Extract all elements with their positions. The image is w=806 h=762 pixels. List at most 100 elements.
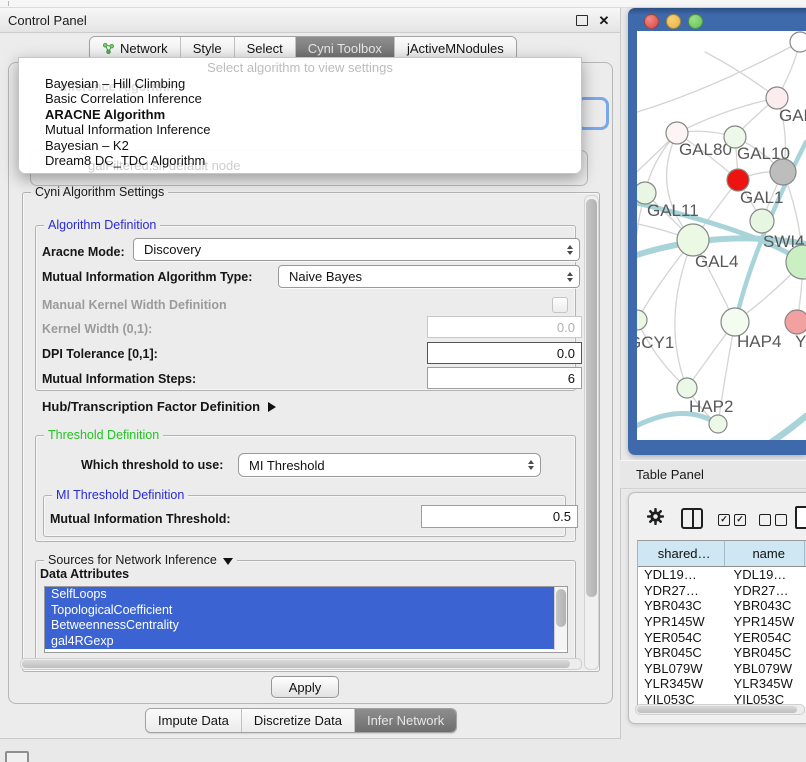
- manual-kernel-width-checkbox[interactable]: [552, 297, 568, 313]
- tab-label: Infer Network: [367, 713, 444, 728]
- network-node-label: GAL: [779, 106, 806, 125]
- scrollbar-thumb[interactable]: [637, 706, 797, 713]
- network-canvas[interactable]: GALGAL80GAL10GAL1SWI4GAL11GAL4GCY1HAP4YH…: [637, 31, 806, 440]
- table-row[interactable]: YDL19… YDL19… 13: [638, 567, 806, 583]
- network-view-window[interactable]: GALGAL80GAL10GAL1SWI4GAL11GAL4GCY1HAP4YH…: [628, 8, 806, 455]
- group-title: MI Threshold Definition: [52, 488, 188, 502]
- scrollbar-thumb[interactable]: [556, 589, 566, 627]
- attribute-item[interactable]: gal4RGexp: [45, 634, 560, 650]
- network-node[interactable]: [785, 310, 806, 334]
- network-tab-icon: [102, 42, 115, 55]
- network-node[interactable]: [709, 415, 727, 433]
- field-value: 6: [568, 371, 575, 386]
- algorithm-option[interactable]: ARACNE Algorithm: [19, 107, 581, 122]
- field-value: 0.0: [557, 346, 575, 361]
- new-table-icon[interactable]: [795, 506, 806, 529]
- network-node-label: GAL4: [695, 252, 738, 271]
- tab-discretize-data[interactable]: Discretize Data: [242, 709, 355, 732]
- hub-transcription-section-toggle[interactable]: Hub/Transcription Factor Definition: [42, 399, 276, 414]
- mi-algorithm-type-label: Mutual Information Algorithm Type:: [42, 270, 252, 284]
- toolbar-separator: [8, 1, 9, 6]
- tab-label: Cyni Toolbox: [308, 41, 382, 56]
- cyni-mode-tabbar: Impute Data Discretize Data Infer Networ…: [145, 708, 457, 733]
- algorithm-option[interactable]: Mutual Information Inference: [19, 122, 581, 137]
- zoom-window-icon[interactable]: [688, 14, 703, 29]
- network-edge[interactable]: [757, 416, 806, 440]
- network-node[interactable]: [677, 378, 697, 398]
- table-header-row: shared… name A: [638, 541, 806, 567]
- close-window-icon[interactable]: [644, 14, 659, 29]
- cell-shared-name: YDR27…: [638, 583, 726, 598]
- kernel-width-field[interactable]: 0.0: [427, 316, 582, 338]
- algorithm-option[interactable]: Bayesian – Hill Climbing: [19, 76, 581, 91]
- settings-vertical-scrollbar[interactable]: [584, 195, 599, 670]
- attribute-item[interactable]: TopologicalCoefficient: [45, 603, 560, 619]
- attribute-item[interactable]: SelfLoops: [45, 587, 560, 603]
- scrollbar-thumb[interactable]: [22, 660, 570, 668]
- table-row[interactable]: YBR043C YBR043C: [638, 598, 806, 614]
- network-node[interactable]: [750, 209, 774, 233]
- table-row[interactable]: YBL079W YBL079W: [638, 661, 806, 677]
- mi-steps-field[interactable]: 6: [427, 367, 582, 389]
- tab-label: Discretize Data: [254, 713, 342, 728]
- expanded-arrow-icon: [223, 558, 233, 565]
- hub-section-label: Hub/Transcription Factor Definition: [42, 399, 260, 414]
- which-threshold-combobox[interactable]: MI Threshold: [238, 453, 541, 477]
- group-title: Cyni Algorithm Settings: [31, 185, 168, 199]
- cell-shared-name: YBL079W: [638, 661, 726, 676]
- network-node[interactable]: [790, 32, 806, 52]
- network-node[interactable]: [770, 159, 796, 185]
- apply-button[interactable]: Apply: [271, 676, 339, 698]
- table-row[interactable]: YLR345W YLR345W 9.: [638, 676, 806, 692]
- scrollbar-thumb[interactable]: [586, 199, 597, 597]
- algorithm-option[interactable]: Bayesian – K2: [19, 138, 581, 153]
- float-window-button[interactable]: [574, 13, 590, 27]
- algorithm-option[interactable]: Basic Correlation Inference: [19, 91, 581, 106]
- dpi-tolerance-field[interactable]: 0.0: [427, 342, 582, 364]
- table-settings-gear-icon[interactable]: [646, 507, 665, 531]
- which-threshold-label: Which threshold to use:: [81, 458, 223, 472]
- deselect-all-checkboxes-icon[interactable]: [759, 514, 787, 526]
- tab-label: Style: [193, 41, 222, 56]
- column-layout-icon[interactable]: [681, 508, 703, 529]
- network-node-label: GAL1: [740, 188, 783, 207]
- aracne-mode-combobox[interactable]: Discovery: [133, 238, 580, 261]
- attribute-item[interactable]: BetweennessCentrality: [45, 618, 560, 634]
- table-row[interactable]: YBR045C YBR045C 9.: [638, 645, 806, 661]
- cell-shared-name: YBR043C: [638, 598, 726, 613]
- mi-threshold-field[interactable]: 0.5: [421, 505, 578, 528]
- algorithm-option[interactable]: Dream8 DC_TDC Algorithm: [19, 153, 581, 168]
- cell-shared-name: YBR045C: [638, 645, 726, 660]
- list-vertical-scrollbar[interactable]: [554, 587, 567, 650]
- mi-algorithm-type-combobox[interactable]: Naive Bayes: [278, 265, 580, 288]
- combo-value: Discovery: [144, 242, 201, 257]
- settings-horizontal-scrollbar[interactable]: [20, 658, 582, 670]
- minimized-panel-icon[interactable]: [5, 751, 29, 762]
- control-panel-titlebar: Control Panel ✕: [0, 8, 620, 33]
- network-edge[interactable]: [677, 98, 777, 133]
- select-all-checkboxes-icon[interactable]: ✓✓: [718, 514, 746, 526]
- group-title: Threshold Definition: [44, 428, 163, 442]
- float-icon: [576, 15, 588, 26]
- field-value: 0.0: [557, 320, 575, 335]
- network-node[interactable]: [637, 310, 647, 330]
- network-edge[interactable]: [675, 240, 693, 388]
- close-icon: ✕: [599, 14, 610, 27]
- column-header-shared-name[interactable]: shared…: [638, 541, 725, 566]
- table-row[interactable]: YER054C YER054C 8.: [638, 629, 806, 645]
- table-row[interactable]: YPR145W YPR145W 9.: [638, 614, 806, 630]
- cell-name: YBR045C: [726, 645, 806, 660]
- table-row[interactable]: YDR27… YDR27… 12: [638, 583, 806, 599]
- tab-impute-data[interactable]: Impute Data: [146, 709, 242, 732]
- algorithm-dropdown-popup: Select algorithm to view settings Bayesi…: [18, 57, 582, 174]
- collapsed-arrow-icon: [268, 402, 276, 412]
- network-edge[interactable]: [637, 320, 687, 388]
- tab-infer-network[interactable]: Infer Network: [355, 709, 456, 732]
- close-panel-button[interactable]: ✕: [596, 13, 612, 27]
- data-attributes-list[interactable]: SelfLoopsTopologicalCoefficientBetweenne…: [44, 586, 568, 653]
- combo-value: Naive Bayes: [289, 269, 362, 284]
- minimize-window-icon[interactable]: [666, 14, 681, 29]
- table-horizontal-scrollbar[interactable]: [635, 704, 805, 715]
- column-header-name[interactable]: name: [725, 541, 805, 566]
- cell-shared-name: YER054C: [638, 630, 726, 645]
